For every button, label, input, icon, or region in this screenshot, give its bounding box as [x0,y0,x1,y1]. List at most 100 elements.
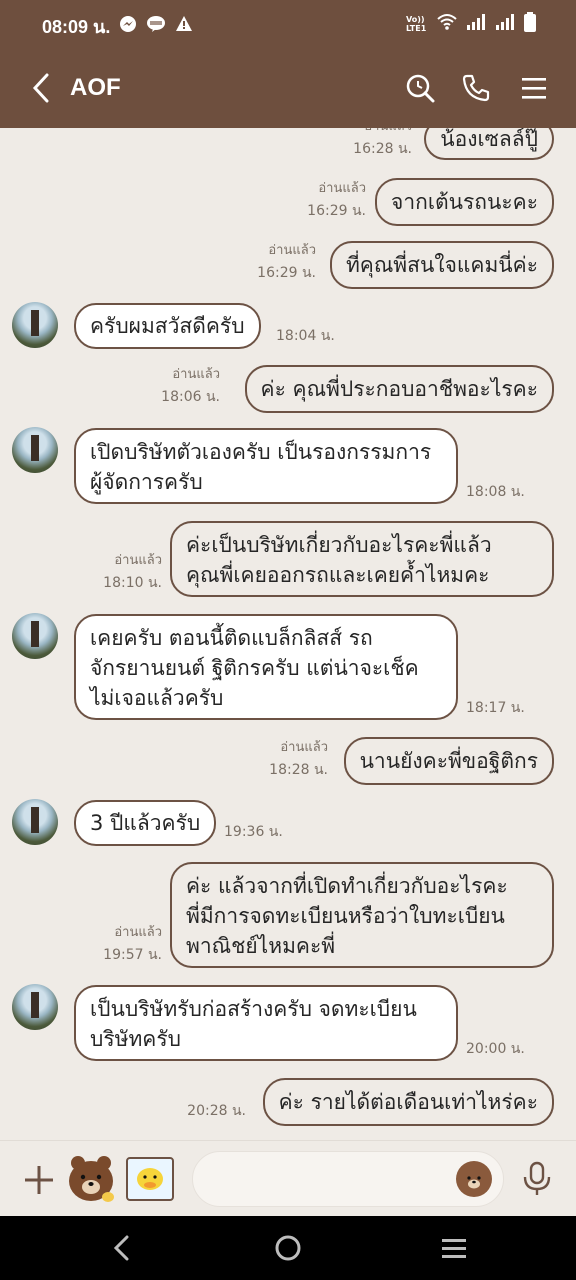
avatar[interactable] [12,984,58,1030]
message-bubble-incoming[interactable]: เปิดบริษัทตัวเองครับ เป็นรองกรรมการ ผู้จ… [74,428,458,504]
message-text: พาณิชย์ไหมคะพี่ [186,934,336,958]
message-text: จักรยานยนต์ ฐิติกรครับ แต่น่าจะเช็ค [90,656,419,680]
read-receipt: อ่านแล้ว [318,181,366,196]
notification-icons [118,14,194,34]
message-meta: 18:17 น. [466,697,525,719]
message-meta: 18:08 น. [466,481,525,503]
avatar[interactable] [12,799,58,845]
chat-title: AOF [70,74,121,101]
message-text: เปิดบริษัทตัวเองครับ เป็นรองกรรมการ [90,440,432,464]
message-text: 3 ปีแล้วครับ [90,811,201,835]
sally-sticker-button[interactable] [126,1157,174,1201]
nav-home-button[interactable] [268,1234,308,1262]
message-meta: อ่านแล้ว 19:57 น. [103,922,162,966]
chat-area[interactable]: อ่านแล้ว 16:28 น. น้องเซลล์ปู๊ อ่านแล้ว … [0,128,576,1140]
message-text: ค่ะ แล้วจากที่เปิดทำเกี่ยวกับอะไรคะ [186,874,508,898]
message-meta: อ่านแล้ว 18:28 น. [269,737,328,781]
message-meta: อ่านแล้ว 18:06 น. [161,364,220,408]
input-bar [0,1140,576,1217]
message-bubble-outgoing[interactable]: ที่คุณพี่สนใจแคมนี่ค่ะ [329,241,554,289]
message-meta: อ่านแล้ว 16:28 น. [353,128,412,160]
message-bubble-incoming[interactable]: ครับผมสวัสดีครับ [74,303,261,349]
message-text: ครับผมสวัสดีครับ [90,314,245,338]
signal-icon [466,13,486,35]
call-button[interactable] [458,70,494,106]
avatar[interactable] [12,427,58,473]
read-receipt: อ่านแล้ว [353,128,412,138]
mic-button[interactable] [520,1161,554,1197]
message-time: 18:10 น. [103,575,162,591]
nav-back-button[interactable] [102,1234,142,1262]
message-time: 18:17 น. [466,700,525,716]
message-bubble-outgoing[interactable]: จากเต้นรถนะคะ [375,178,554,226]
back-button[interactable] [26,70,56,106]
message-meta: 18:04 น. [276,325,335,347]
message-text: ค่ะ คุณพี่ประกอบอาชีพอะไรคะ [260,377,538,401]
brown-bear-sticker [69,1156,114,1202]
message-meta: อ่านแล้ว 16:29 น. [257,240,316,284]
status-time: 08:09 น. [42,17,111,37]
message-bubble-incoming[interactable]: เคยครับ ตอนนี้ติดแบล็กลิสส์ รถ จักรยานยน… [74,614,458,720]
nav-recents-button[interactable] [434,1234,474,1262]
search-button[interactable] [402,70,438,106]
search-icon [406,74,435,103]
mic-icon [523,1161,551,1195]
read-receipt: อ่านแล้ว [280,740,328,755]
message-text: ผู้จัดการครับ [90,470,203,494]
menu-icon [522,78,546,99]
message-text: บริษัทครับ [90,1027,181,1051]
message-time: 16:29 น. [307,203,366,219]
avatar[interactable] [12,302,58,348]
phone-icon [462,74,490,102]
warning-icon [174,14,194,34]
message-time: 18:04 น. [276,328,335,344]
message-bubble-outgoing[interactable]: ค่ะ คุณพี่ประกอบอาชีพอะไรคะ [244,365,554,413]
message-meta: 20:28 น. [187,1100,246,1122]
message-meta: 19:36 น. [224,821,283,843]
system-nav-bar [0,1216,576,1280]
nav-back-icon [113,1235,129,1261]
read-receipt: อ่านแล้ว [172,367,220,382]
message-text: เคยครับ ตอนนี้ติดแบล็กลิสส์ รถ [90,626,373,650]
emoji-button[interactable] [456,1161,492,1197]
message-time: 20:00 น. [466,1041,525,1057]
message-bubble-outgoing[interactable]: นานยังคะพี่ขอฐิติกร [343,737,554,785]
message-text: น้องเซลล์ปู๊ [440,128,538,151]
message-bubble-outgoing[interactable]: ค่ะ แล้วจากที่เปิดทำเกี่ยวกับอะไรคะ พี่ม… [170,862,554,968]
message-time: 18:28 น. [269,762,328,778]
message-text: พี่มีการจดทะเบียนหรือว่าใบทะเบียน [186,904,505,928]
plus-icon [25,1166,53,1194]
status-bar: 08:09 น. Vo)) LTE1 [0,0,576,48]
message-text: ไม่เจอแล้วครับ [90,686,224,710]
message-time: 20:28 น. [187,1103,246,1119]
plus-button[interactable] [22,1163,56,1197]
message-bubble-outgoing[interactable]: น้องเซลล์ปู๊ [424,128,554,160]
read-receipt: อ่านแล้ว [268,243,316,258]
emoji-icon [459,1165,489,1195]
brown-bear-sticker-button[interactable] [64,1153,118,1207]
message-time: 16:29 น. [257,265,316,281]
message-text: ค่ะเป็นบริษัทเกี่ยวกับอะไรคะพี่แล้ว [186,533,492,557]
message-bubble-incoming[interactable]: 3 ปีแล้วครับ [74,800,217,846]
wifi-icon [437,13,457,35]
message-bubble-incoming[interactable]: เป็นบริษัทรับก่อสร้างครับ จดทะเบียน บริษ… [74,985,458,1061]
battery-icon [524,12,536,36]
message-meta: อ่านแล้ว 18:10 น. [103,550,162,594]
message-text: เป็นบริษัทรับก่อสร้างครับ จดทะเบียน [90,997,417,1021]
message-text: ที่คุณพี่สนใจแคมนี่ค่ะ [345,253,538,277]
message-bubble-outgoing[interactable]: ค่ะ รายได้ต่อเดือนเท่าไหร่คะ [262,1078,554,1126]
message-text: นานยังคะพี่ขอฐิติกร [359,749,538,773]
menu-button[interactable] [516,70,552,106]
line-icon [146,14,166,34]
message-time: 18:06 น. [161,389,220,405]
read-receipt: อ่านแล้ว [114,925,162,940]
message-text: คุณพี่เคยออกรถและเคยค้ำไหมคะ [186,563,490,587]
sally-sticker [137,1168,163,1190]
message-time: 16:28 น. [353,141,412,157]
nav-recents-icon [442,1239,466,1258]
message-time: 18:08 น. [466,484,525,500]
system-icons: Vo)) LTE1 [406,12,536,36]
message-bubble-outgoing[interactable]: ค่ะเป็นบริษัทเกี่ยวกับอะไรคะพี่แล้ว คุณพ… [170,521,554,597]
avatar[interactable] [12,613,58,659]
message-time: 19:57 น. [103,947,162,963]
